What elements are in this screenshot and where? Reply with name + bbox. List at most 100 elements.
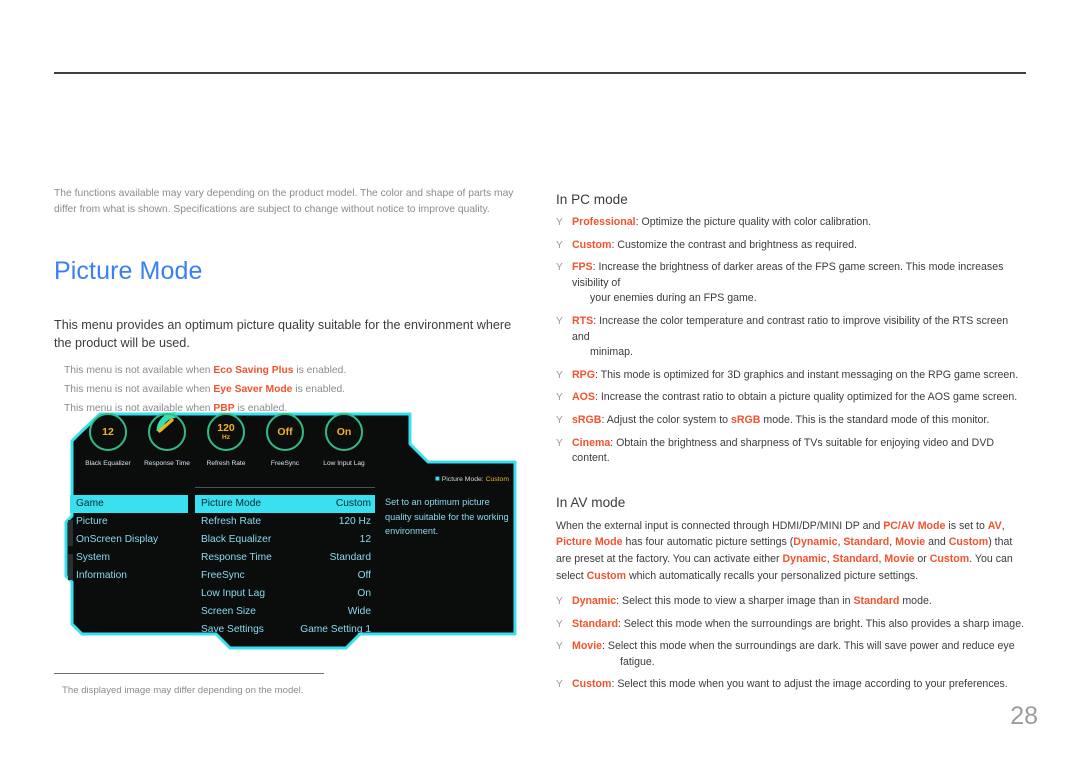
text: has four automatic picture settings ( — [622, 536, 794, 549]
term: FPS — [572, 261, 593, 274]
description: : Select this mode to view a sharper ima… — [616, 595, 854, 608]
osd-setting-label: Picture Mode — [201, 498, 262, 509]
bullet-marker-icon: Y — [556, 414, 563, 426]
av-mode-list: Y Dynamic: Select this mode to view a sh… — [556, 594, 1028, 693]
description-continued: your enemies during an FPS game. — [590, 292, 757, 305]
page-number: 28 — [1010, 702, 1038, 730]
osd-setting-value: Wide — [347, 606, 371, 617]
list-item: Y FPS: Increase the brightness of darker… — [556, 260, 1028, 307]
osd-settings-list: Picture Mode Custom Refresh Rate 120 Hz … — [195, 495, 375, 639]
list-item-text: Custom: Select this mode when you want t… — [572, 677, 1028, 693]
description-continued: fatigue. — [620, 655, 655, 668]
osd-setting-value: Standard — [329, 552, 371, 563]
description: : Select this mode when the surroundings… — [617, 617, 1025, 630]
term: Custom — [948, 536, 989, 549]
osd-help-label: Picture Mode: — [441, 476, 484, 483]
osd-setting-label: Black Equalizer — [201, 534, 272, 545]
osd-setting-freesync[interactable]: FreeSync Off — [195, 567, 375, 585]
text: , — [1001, 519, 1005, 532]
osd-setting-low-input-lag[interactable]: Low Input Lag On — [195, 585, 375, 603]
list-item-text: RTS: Increase the color temperature and … — [572, 314, 1028, 361]
osd-category-system[interactable]: System — [70, 549, 188, 567]
osd-setting-label: Response Time — [201, 552, 272, 563]
osd-setting-response-time[interactable]: Response Time Standard — [195, 549, 375, 567]
osd-help-panel: ■ Picture Mode: Custom Set to an optimum… — [385, 474, 509, 539]
description: : This mode is optimized for 3D graphics… — [594, 368, 1019, 381]
description-continued: minimap. — [590, 346, 633, 359]
osd-setting-value: 120 Hz — [338, 516, 371, 527]
osd-setting-refresh-rate[interactable]: Refresh Rate 120 Hz — [195, 513, 375, 531]
term: RTS — [572, 314, 594, 327]
osd-help-body: Set to an optimum picture quality suitab… — [385, 497, 509, 536]
osd-setting-screen-size[interactable]: Screen Size Wide — [195, 603, 375, 621]
note-term: Eye Saver Mode — [213, 384, 293, 395]
term: Movie — [895, 536, 926, 549]
list-item: Y RTS: Increase the color temperature an… — [556, 314, 1028, 361]
text: and — [925, 536, 949, 549]
list-item-text: Movie: Select this mode when the surroun… — [572, 639, 1028, 670]
osd-category-game[interactable]: Game — [70, 495, 188, 513]
text: is set to — [945, 519, 988, 532]
term: Movie — [884, 552, 915, 565]
term: PC/AV Mode — [883, 519, 946, 532]
list-item: Y Custom: Customize the contrast and bri… — [556, 238, 1028, 254]
list-item-text: Cinema: Obtain the brightness and sharpn… — [572, 436, 1028, 467]
osd-illustration: 12 120 Hz Off On Black Equalizer Respons… — [60, 402, 518, 660]
description: : Optimize the picture quality with colo… — [635, 216, 872, 228]
list-item: Y AOS: Increase the contrast ratio to ob… — [556, 390, 1028, 406]
note-term: Eco Saving Plus — [213, 365, 294, 376]
description: : Customize the contrast and brightness … — [611, 238, 857, 251]
description: : Increase the contrast ratio to obtain … — [594, 391, 1018, 404]
osd-setting-value: 12 — [359, 534, 371, 545]
description-tail: mode. This is the standard mode of this … — [760, 413, 990, 426]
list-item-text: RPG: This mode is optimized for 3D graph… — [572, 368, 1028, 384]
term: AOS — [572, 391, 595, 404]
description: : Increase the color temperature and con… — [572, 314, 1009, 343]
list-item: Y RPG: This mode is optimized for 3D gra… — [556, 368, 1028, 384]
bullet-marker-icon: Y — [556, 437, 563, 449]
term: Movie — [572, 640, 603, 653]
term: AV — [987, 519, 1002, 532]
term: Custom — [586, 569, 627, 582]
list-item-text: sRGB: Adjust the color system to sRGB mo… — [572, 413, 1028, 429]
term: Custom — [572, 678, 612, 691]
osd-category-information[interactable]: Information — [70, 567, 188, 585]
text: or — [914, 552, 930, 565]
description: : Obtain the brightness and sharpness of… — [572, 436, 995, 465]
osd-setting-save-settings[interactable]: Save Settings Game Setting 1 — [195, 621, 375, 639]
bullet-marker-icon: Y — [556, 641, 563, 653]
note-after: is enabled. — [293, 365, 347, 376]
osd-setting-black-equalizer[interactable]: Black Equalizer 12 — [195, 531, 375, 549]
term: Standard — [832, 552, 879, 565]
term: Picture Mode — [556, 536, 623, 549]
list-item: Y Cinema: Obtain the brightness and shar… — [556, 436, 1028, 467]
list-item-text: Standard: Select this mode when the surr… — [572, 617, 1028, 633]
description: : Increase the brightness of darker area… — [572, 261, 1004, 289]
osd-setting-label: Low Input Lag — [201, 588, 266, 599]
term: Cinema — [572, 436, 611, 449]
term: sRGB — [572, 413, 602, 426]
list-item: Y sRGB: Adjust the color system to sRGB … — [556, 413, 1028, 429]
description: : Select this mode when you want to adju… — [611, 678, 1008, 691]
osd-menu: Game Picture OnScreen Display System Inf… — [60, 402, 518, 660]
osd-setting-picture-mode[interactable]: Picture Mode Custom — [195, 495, 375, 513]
osd-category-onscreen-display[interactable]: OnScreen Display — [70, 531, 188, 549]
term: Dynamic — [793, 536, 838, 549]
list-item-text: Custom: Customize the contrast and brigh… — [572, 238, 1028, 254]
bullet-marker-icon: Y — [556, 262, 563, 274]
osd-category-picture[interactable]: Picture — [70, 513, 188, 531]
av-mode-paragraph: When the external input is connected thr… — [556, 518, 1028, 584]
list-item: Y Movie: Select this mode when the surro… — [556, 639, 1028, 670]
list-item-text: AOS: Increase the contrast ratio to obta… — [572, 390, 1028, 406]
term: RPG — [572, 368, 595, 381]
list-item-text: FPS: Increase the brightness of darker a… — [572, 260, 1028, 307]
term: Dynamic — [782, 552, 827, 565]
list-item-text: Professional: Optimize the picture quali… — [572, 215, 1028, 231]
pc-mode-list: Y Professional: Optimize the picture qua… — [556, 215, 1028, 467]
osd-help-value: Custom — [485, 476, 509, 483]
description: : Adjust the color system to — [601, 413, 731, 426]
term: Professional — [572, 216, 636, 228]
bullet-marker-icon: Y — [556, 217, 563, 228]
note-before: This menu is not available when — [64, 384, 214, 395]
note-after: is enabled. — [292, 384, 346, 395]
